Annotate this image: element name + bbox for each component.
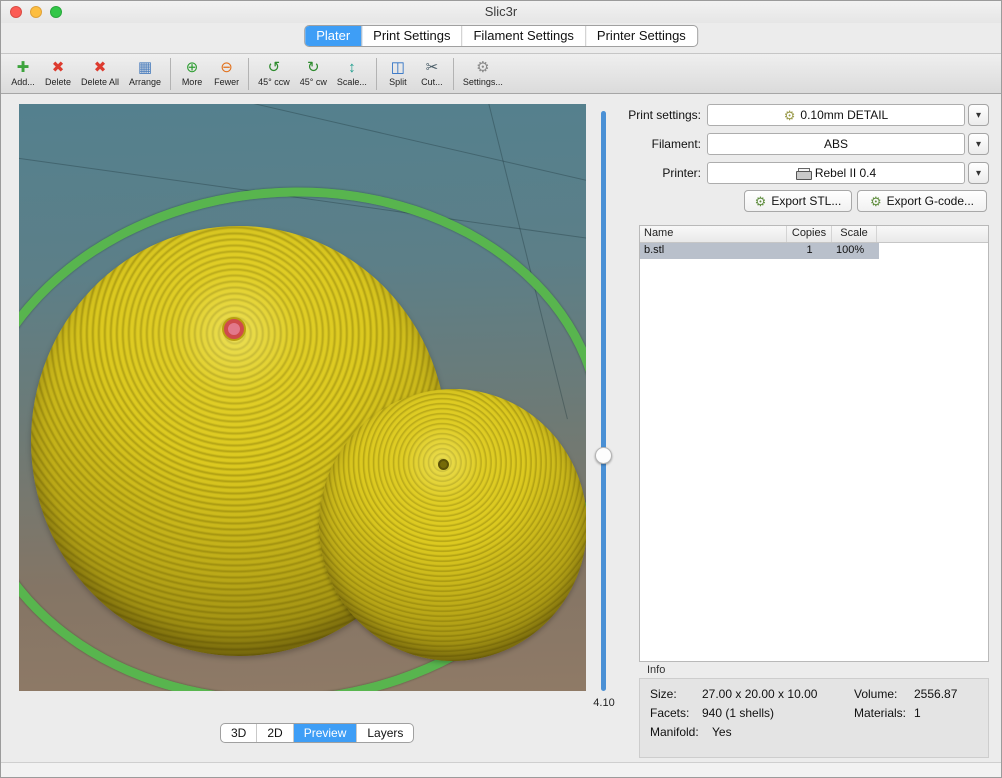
object-list-header: Name Copies Scale xyxy=(640,226,988,243)
column-header-scale: Scale xyxy=(832,226,877,242)
settings-button[interactable]: ⚙ Settings... xyxy=(458,55,508,93)
materials-label: Materials: xyxy=(854,706,906,720)
toolbar-separator xyxy=(376,58,377,90)
view-tab-3d[interactable]: 3D xyxy=(221,724,257,742)
tab-printer-settings[interactable]: Printer Settings xyxy=(586,26,697,46)
info-panel: Size: 27.00 x 20.00 x 10.00 Volume: 2556… xyxy=(639,678,989,758)
more-button[interactable]: ⊕ More xyxy=(175,55,209,93)
delete-button[interactable]: ✖ Delete xyxy=(40,55,76,93)
cut-icon: ✂ xyxy=(426,60,439,76)
zoom-button[interactable] xyxy=(50,6,62,18)
print-settings-label: Print settings: xyxy=(599,104,701,126)
rotate-ccw-button[interactable]: ↺ 45° ccw xyxy=(253,55,295,93)
more-icon: ⊕ xyxy=(186,60,199,76)
view-tab-preview[interactable]: Preview xyxy=(294,724,358,742)
cell-name: b.stl xyxy=(640,243,787,259)
toolbar-separator xyxy=(453,58,454,90)
delete-all-icon: ✖ xyxy=(94,60,107,76)
print-settings-select[interactable]: ⚙ 0.10mm DETAIL xyxy=(707,104,965,126)
filament-value: ABS xyxy=(824,137,848,151)
volume-label: Volume: xyxy=(854,687,897,701)
filament-label: Filament: xyxy=(599,133,701,155)
delete-all-button[interactable]: ✖ Delete All xyxy=(76,55,124,93)
rotate-ccw-icon: ↺ xyxy=(268,60,281,76)
volume-value: 2556.87 xyxy=(914,687,957,701)
cut-button[interactable]: ✂ Cut... xyxy=(415,55,449,93)
filament-dropdown-button[interactable]: ▾ xyxy=(968,133,989,155)
view-tab-layers[interactable]: Layers xyxy=(357,724,413,742)
column-header-blank xyxy=(877,226,988,242)
minimize-button[interactable] xyxy=(30,6,42,18)
print-settings-dropdown-button[interactable]: ▾ xyxy=(968,104,989,126)
chevron-down-icon: ▾ xyxy=(976,110,981,121)
view-tab-bar: 3D 2D Preview Layers xyxy=(220,723,414,743)
add-button[interactable]: ✚ Add... xyxy=(6,55,40,93)
manifold-value: Yes xyxy=(712,725,732,739)
model-apex-marker-small xyxy=(438,459,449,470)
view-tab-2d[interactable]: 2D xyxy=(257,724,293,742)
model-apex-marker-large xyxy=(224,319,244,339)
printer-label: Printer: xyxy=(599,162,701,184)
facets-value: 940 (1 shells) xyxy=(702,706,774,720)
rotate-cw-button[interactable]: ↻ 45° cw xyxy=(295,55,332,93)
tab-plater[interactable]: Plater xyxy=(305,26,362,46)
printer-dropdown-button[interactable]: ▾ xyxy=(968,162,989,184)
info-section-title: Info xyxy=(647,664,665,676)
traffic-lights xyxy=(10,6,62,18)
manifold-label: Manifold: xyxy=(650,725,699,739)
cell-copies: 1 xyxy=(787,243,832,259)
tab-print-settings[interactable]: Print Settings xyxy=(362,26,462,46)
materials-value: 1 xyxy=(914,706,921,720)
window-title: Slic3r xyxy=(1,1,1001,23)
export-gcode-icon: ⚙ xyxy=(870,195,882,208)
size-value: 27.00 x 20.00 x 10.00 xyxy=(702,687,817,701)
printer-select[interactable]: Rebel II 0.4 xyxy=(707,162,965,184)
printer-value: Rebel II 0.4 xyxy=(815,166,876,180)
filament-select[interactable]: ABS xyxy=(707,133,965,155)
toolbar: ✚ Add... ✖ Delete ✖ Delete All ▦ Arrange… xyxy=(1,53,1001,94)
split-icon: ◫ xyxy=(391,60,405,76)
chevron-down-icon: ▾ xyxy=(976,139,981,150)
gear-icon: ⚙ xyxy=(784,109,796,122)
3d-viewport[interactable] xyxy=(19,104,586,691)
layer-slider-thumb[interactable] xyxy=(595,447,612,464)
print-settings-value: 0.10mm DETAIL xyxy=(800,108,888,122)
split-button[interactable]: ◫ Split xyxy=(381,55,415,93)
fewer-button[interactable]: ⊖ Fewer xyxy=(209,55,244,93)
model-dome-small[interactable] xyxy=(319,389,586,661)
status-bar xyxy=(1,762,1002,778)
rotate-cw-icon: ↻ xyxy=(307,60,320,76)
size-label: Size: xyxy=(650,687,677,701)
close-button[interactable] xyxy=(10,6,22,18)
main-tab-bar: Plater Print Settings Filament Settings … xyxy=(304,25,698,47)
export-gcode-button[interactable]: ⚙ Export G-code... xyxy=(857,190,987,212)
object-list: Name Copies Scale b.stl 1 100% xyxy=(639,225,989,662)
facets-label: Facets: xyxy=(650,706,689,720)
printer-icon xyxy=(796,168,810,179)
scale-button[interactable]: ↕ Scale... xyxy=(332,55,372,93)
delete-icon: ✖ xyxy=(52,60,65,76)
arrange-button[interactable]: ▦ Arrange xyxy=(124,55,166,93)
arrange-icon: ▦ xyxy=(138,60,152,76)
tab-filament-settings[interactable]: Filament Settings xyxy=(462,26,585,46)
column-header-name: Name xyxy=(640,226,787,242)
settings-icon: ⚙ xyxy=(476,60,489,76)
toolbar-separator xyxy=(248,58,249,90)
layer-slider-track[interactable] xyxy=(601,111,606,691)
export-stl-icon: ⚙ xyxy=(755,195,767,208)
export-stl-button[interactable]: ⚙ Export STL... xyxy=(744,190,852,212)
add-icon: ✚ xyxy=(17,60,30,76)
titlebar: Slic3r xyxy=(1,1,1001,23)
slic3r-window: Slic3r Plater Print Settings Filament Se… xyxy=(0,0,1002,778)
layer-slider-value: 4.10 xyxy=(587,697,621,709)
toolbar-separator xyxy=(170,58,171,90)
fewer-icon: ⊖ xyxy=(220,60,233,76)
chevron-down-icon: ▾ xyxy=(976,168,981,179)
table-row[interactable]: b.stl 1 100% xyxy=(640,243,879,259)
cell-scale: 100% xyxy=(832,243,879,259)
scale-icon: ↕ xyxy=(348,60,356,76)
column-header-copies: Copies xyxy=(787,226,832,242)
